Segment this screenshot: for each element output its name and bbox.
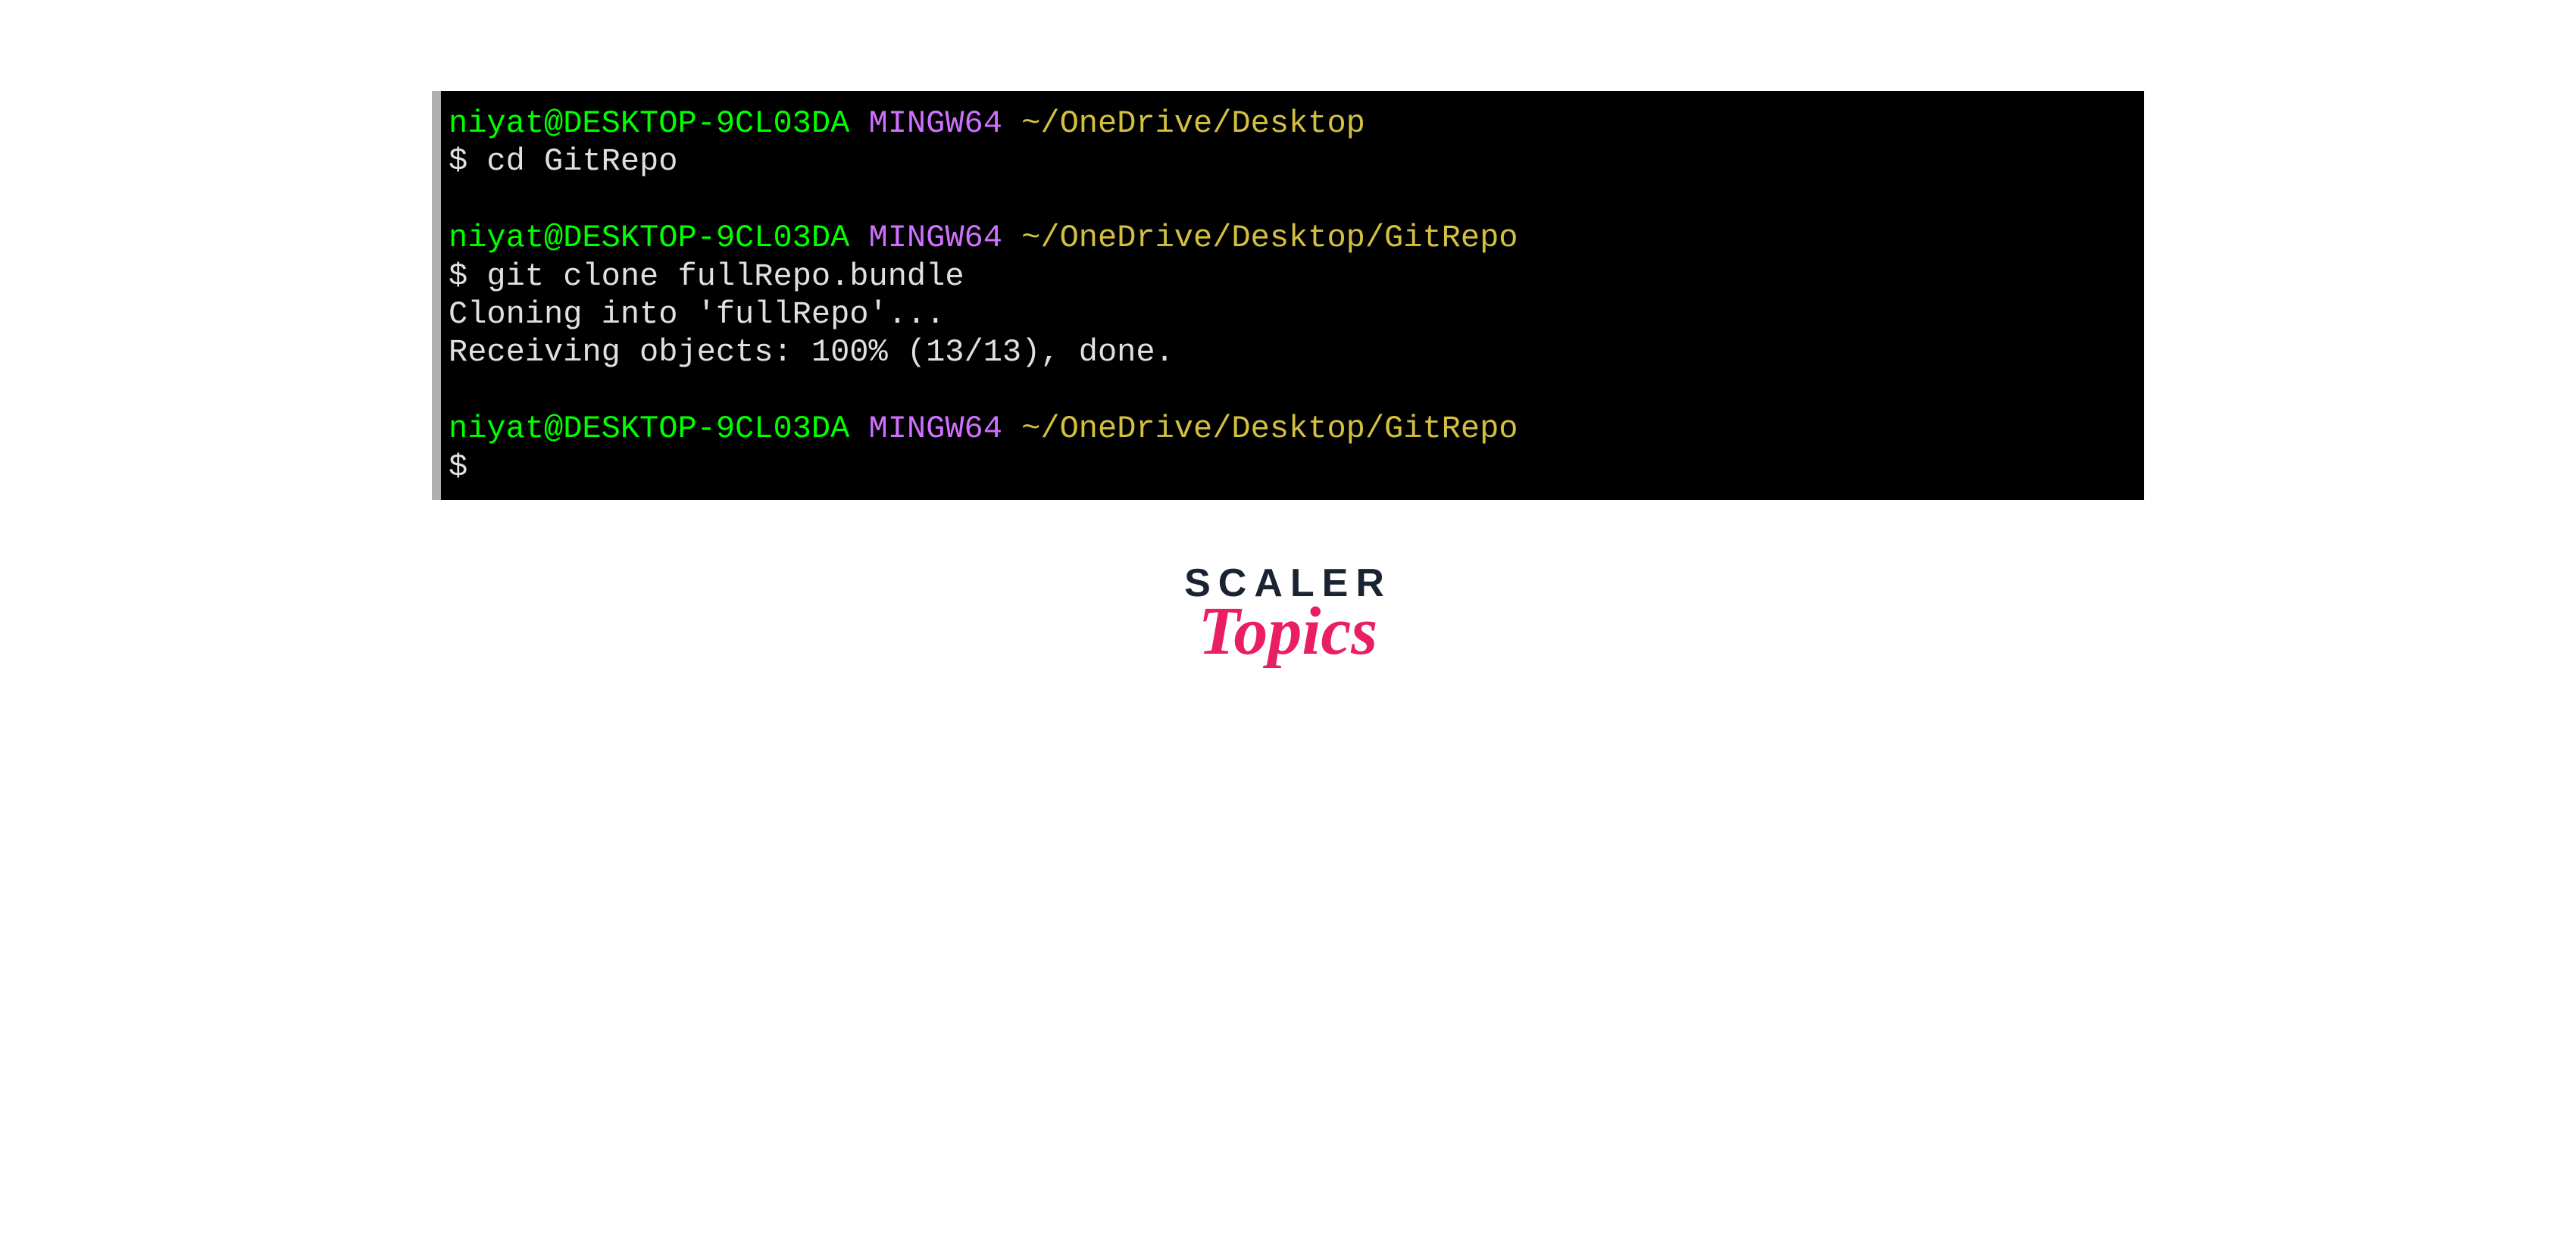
prompt-user-host: niyat@DESKTOP-9CL03DA — [449, 220, 849, 256]
prompt-path: ~/OneDrive/Desktop/GitRepo — [1021, 220, 1518, 256]
terminal-command-line: $ — [449, 448, 2137, 486]
prompt-shell: MINGW64 — [869, 220, 1002, 256]
prompt-symbol: $ — [449, 143, 486, 180]
prompt-symbol: $ — [449, 258, 486, 295]
prompt-user-host: niyat@DESKTOP-9CL03DA — [449, 411, 849, 447]
terminal-blank-line — [449, 372, 2137, 410]
terminal-content[interactable]: niyat@DESKTOP-9CL03DA MINGW64 ~/OneDrive… — [441, 91, 2144, 500]
logo-text-topics: Topics — [1184, 604, 1392, 659]
terminal-prompt-line: niyat@DESKTOP-9CL03DA MINGW64 ~/OneDrive… — [449, 219, 2137, 257]
terminal-command: cd GitRepo — [486, 143, 677, 180]
prompt-shell: MINGW64 — [869, 105, 1002, 142]
prompt-symbol: $ — [449, 449, 486, 486]
terminal-blank-line — [449, 181, 2137, 219]
terminal-command-line: $ git clone fullRepo.bundle — [449, 258, 2137, 295]
terminal-prompt-line: niyat@DESKTOP-9CL03DA MINGW64 ~/OneDrive… — [449, 105, 2137, 142]
prompt-shell: MINGW64 — [869, 411, 1002, 447]
terminal-output-line: Receiving objects: 100% (13/13), done. — [449, 333, 2137, 371]
scaler-topics-logo: SCALER Topics — [1184, 561, 1392, 659]
terminal-command: git clone fullRepo.bundle — [486, 258, 964, 295]
terminal-window: niyat@DESKTOP-9CL03DA MINGW64 ~/OneDrive… — [432, 91, 2144, 500]
terminal-command-line: $ cd GitRepo — [449, 142, 2137, 180]
terminal-prompt-line: niyat@DESKTOP-9CL03DA MINGW64 ~/OneDrive… — [449, 410, 2137, 448]
prompt-path: ~/OneDrive/Desktop/GitRepo — [1021, 411, 1518, 447]
prompt-user-host: niyat@DESKTOP-9CL03DA — [449, 105, 849, 142]
terminal-output-line: Cloning into 'fullRepo'... — [449, 295, 2137, 333]
prompt-path: ~/OneDrive/Desktop — [1021, 105, 1365, 142]
